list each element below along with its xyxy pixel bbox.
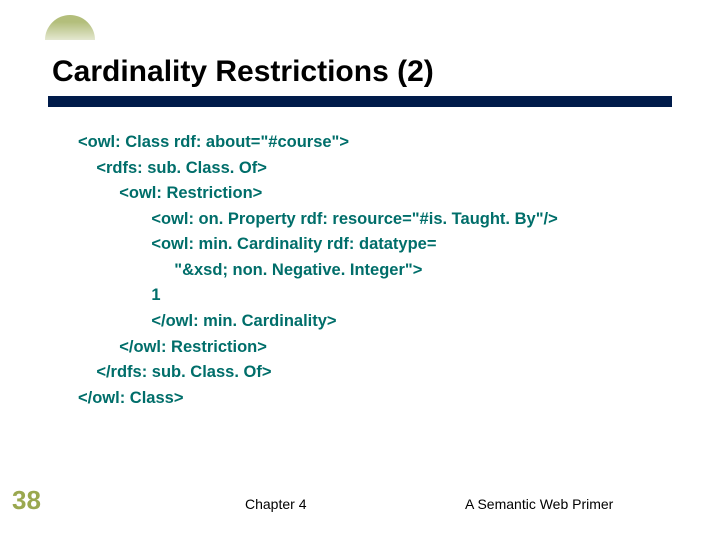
title-underline-bar — [48, 96, 672, 107]
code-line: </owl: min. Cardinality> — [78, 312, 337, 330]
code-line: <owl: Class rdf: about="#course"> — [78, 133, 349, 151]
code-line: <owl: on. Property rdf: resource="#is. T… — [78, 210, 558, 228]
code-line: </owl: Restriction> — [78, 338, 267, 356]
footer-chapter: Chapter 4 — [245, 496, 306, 512]
code-snippet: <owl: Class rdf: about="#course"> <rdfs:… — [78, 130, 558, 411]
footer-book-title: A Semantic Web Primer — [465, 496, 613, 512]
slide-number: 38 — [12, 485, 41, 516]
code-line: </owl: Class> — [78, 389, 183, 407]
code-line: <owl: Restriction> — [78, 184, 262, 202]
code-line: <owl: min. Cardinality rdf: datatype= — [78, 235, 436, 253]
slide-title: Cardinality Restrictions (2) — [52, 55, 434, 89]
code-line: <rdfs: sub. Class. Of> — [78, 159, 267, 177]
code-line: 1 — [78, 286, 161, 304]
code-line: "&xsd; non. Negative. Integer"> — [78, 261, 422, 279]
code-line: </rdfs: sub. Class. Of> — [78, 363, 271, 381]
